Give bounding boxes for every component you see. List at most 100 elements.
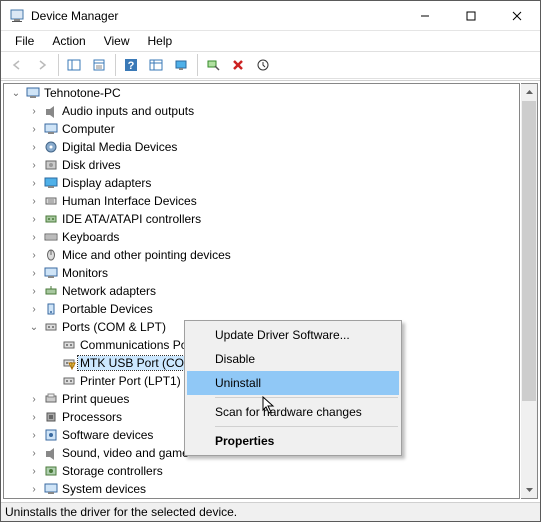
close-button[interactable] bbox=[494, 1, 540, 30]
category-label: Keyboards bbox=[60, 230, 121, 244]
expand-arrow-icon[interactable]: › bbox=[26, 214, 42, 225]
expand-arrow-icon[interactable]: › bbox=[26, 394, 42, 405]
category-display[interactable]: ›Display adapters bbox=[4, 174, 519, 192]
audio-icon bbox=[42, 103, 60, 119]
scroll-track[interactable] bbox=[521, 101, 537, 481]
category-label: Digital Media Devices bbox=[60, 140, 179, 154]
expand-arrow-icon[interactable]: › bbox=[26, 304, 42, 315]
expand-arrow-icon[interactable]: › bbox=[26, 430, 42, 441]
title-bar: Device Manager bbox=[1, 1, 540, 31]
mouse-icon bbox=[42, 247, 60, 263]
toolbar-separator bbox=[115, 54, 116, 76]
category-keyboard[interactable]: › Keyboards bbox=[4, 228, 519, 246]
scroll-thumb[interactable] bbox=[522, 101, 536, 401]
back-button[interactable] bbox=[5, 54, 29, 76]
mouse-cursor-icon bbox=[262, 396, 278, 416]
category-media[interactable]: › Digital Media Devices bbox=[4, 138, 519, 156]
computer-icon bbox=[24, 85, 42, 101]
window-title: Device Manager bbox=[31, 9, 402, 23]
category-label: Portable Devices bbox=[60, 302, 155, 316]
menu-view[interactable]: View bbox=[96, 32, 138, 50]
ide-icon bbox=[42, 211, 60, 227]
category-network[interactable]: › Network adapters bbox=[4, 282, 519, 300]
expand-arrow-icon[interactable]: › bbox=[26, 178, 42, 189]
category-label: Computer bbox=[60, 122, 117, 136]
minimize-button[interactable] bbox=[402, 1, 448, 30]
soft-icon bbox=[42, 427, 60, 443]
category-monitor[interactable]: › Monitors bbox=[4, 264, 519, 282]
show-hidden-button[interactable] bbox=[144, 54, 168, 76]
print-icon bbox=[42, 391, 60, 407]
collapse-arrow-icon[interactable]: ⌄ bbox=[8, 88, 24, 99]
category-ide[interactable]: ›IDE ATA/ATAPI controllers bbox=[4, 210, 519, 228]
storage-icon bbox=[42, 463, 60, 479]
device-label: MTK USB Port (COM bbox=[78, 356, 196, 370]
app-icon bbox=[9, 8, 25, 24]
expand-arrow-icon[interactable]: › bbox=[26, 484, 42, 495]
expand-arrow-icon[interactable]: › bbox=[26, 196, 42, 207]
menu-file[interactable]: File bbox=[7, 32, 42, 50]
category-hid[interactable]: ›Human Interface Devices bbox=[4, 192, 519, 210]
category-storage[interactable]: ›Storage controllers bbox=[4, 462, 519, 480]
svg-text:?: ? bbox=[128, 60, 135, 72]
category-mouse[interactable]: ›Mice and other pointing devices bbox=[4, 246, 519, 264]
menu-help[interactable]: Help bbox=[140, 32, 181, 50]
scroll-up-button[interactable] bbox=[521, 84, 537, 101]
window-controls bbox=[402, 1, 540, 30]
expand-arrow-icon[interactable]: › bbox=[26, 124, 42, 135]
hid-icon bbox=[42, 193, 60, 209]
root-node[interactable]: ⌄ Tehnotone-PC bbox=[4, 84, 519, 102]
expand-arrow-icon[interactable]: › bbox=[26, 466, 42, 477]
toolbar: ? bbox=[1, 51, 540, 79]
category-computer[interactable]: › Computer bbox=[4, 120, 519, 138]
expand-arrow-icon[interactable]: › bbox=[26, 448, 42, 459]
view-button[interactable] bbox=[169, 54, 193, 76]
scroll-down-button[interactable] bbox=[521, 481, 537, 498]
category-label: Print queues bbox=[60, 392, 131, 406]
collapse-arrow-icon[interactable]: ⌄ bbox=[26, 322, 42, 333]
expand-arrow-icon[interactable]: › bbox=[26, 232, 42, 243]
toolbar-separator bbox=[197, 54, 198, 76]
expand-arrow-icon[interactable]: › bbox=[26, 268, 42, 279]
category-label: Monitors bbox=[60, 266, 110, 280]
menu-action[interactable]: Action bbox=[44, 32, 93, 50]
category-label: Software devices bbox=[60, 428, 155, 442]
maximize-button[interactable] bbox=[448, 1, 494, 30]
scan-hardware-button[interactable] bbox=[201, 54, 225, 76]
forward-button[interactable] bbox=[30, 54, 54, 76]
category-audio[interactable]: ›Audio inputs and outputs bbox=[4, 102, 519, 120]
network-icon bbox=[42, 283, 60, 299]
device-label: Printer Port (LPT1) bbox=[78, 374, 183, 388]
port-icon bbox=[60, 373, 78, 389]
expand-arrow-icon[interactable]: › bbox=[26, 106, 42, 117]
category-disk[interactable]: › Disk drives bbox=[4, 156, 519, 174]
vertical-scrollbar[interactable] bbox=[521, 83, 538, 499]
category-label: System devices bbox=[60, 482, 148, 496]
expand-arrow-icon[interactable]: › bbox=[26, 412, 42, 423]
system-icon bbox=[42, 481, 60, 497]
properties-button[interactable] bbox=[87, 54, 111, 76]
context-menu-item[interactable]: Uninstall bbox=[187, 371, 399, 395]
context-menu-item[interactable]: Update Driver Software... bbox=[187, 323, 399, 347]
category-label: Ports (COM & LPT) bbox=[60, 320, 168, 334]
context-menu-item[interactable]: Properties bbox=[187, 429, 399, 453]
category-portable[interactable]: › Portable Devices bbox=[4, 300, 519, 318]
monitor-icon bbox=[42, 265, 60, 281]
show-hide-tree-button[interactable] bbox=[62, 54, 86, 76]
expand-arrow-icon[interactable]: › bbox=[26, 250, 42, 261]
expand-arrow-icon[interactable]: › bbox=[26, 286, 42, 297]
display-icon bbox=[42, 175, 60, 191]
update-driver-button[interactable] bbox=[251, 54, 275, 76]
ports-icon bbox=[42, 319, 60, 335]
context-menu-item[interactable]: Scan for hardware changes bbox=[187, 400, 399, 424]
category-label: Network adapters bbox=[60, 284, 158, 298]
category-system[interactable]: › System devices bbox=[4, 480, 519, 498]
expand-arrow-icon[interactable]: › bbox=[26, 160, 42, 171]
help-button[interactable]: ? bbox=[119, 54, 143, 76]
expand-arrow-icon[interactable]: › bbox=[26, 142, 42, 153]
status-text: Uninstalls the driver for the selected d… bbox=[5, 503, 237, 521]
category-label: Sound, video and game bbox=[60, 446, 191, 460]
context-menu-item[interactable]: Disable bbox=[187, 347, 399, 371]
category-label: Disk drives bbox=[60, 158, 123, 172]
uninstall-button[interactable] bbox=[226, 54, 250, 76]
